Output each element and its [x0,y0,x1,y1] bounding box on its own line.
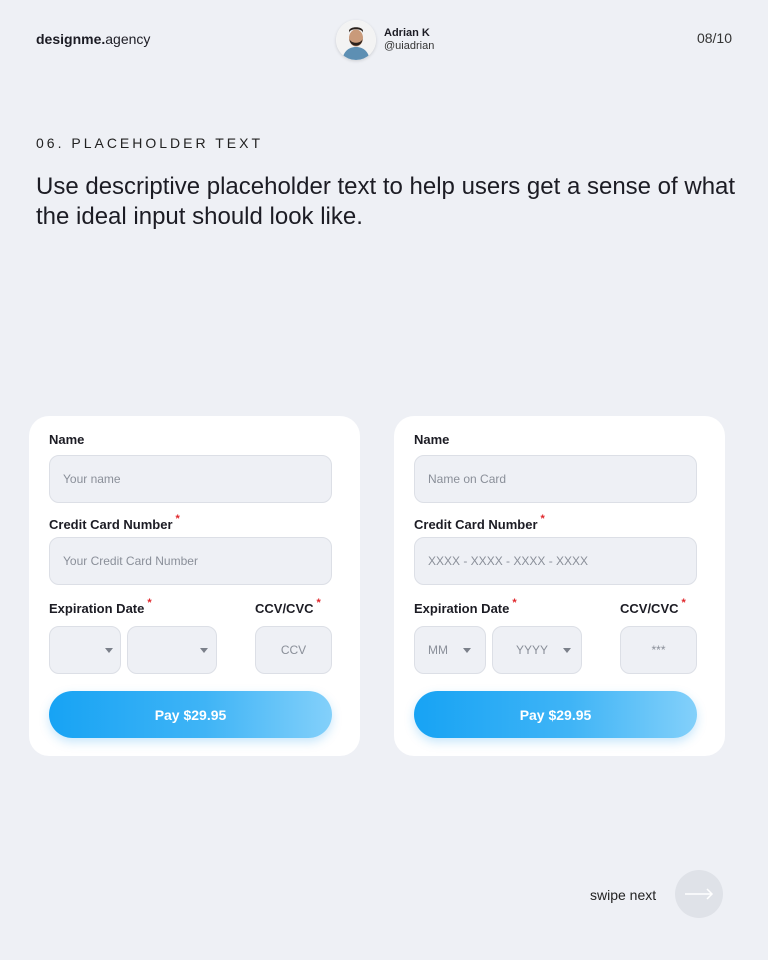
payment-form-card-bad-example: Name Your name Credit Card Number * Your … [29,416,360,756]
brand-logo-bold: designme. [36,31,106,47]
section-label: 06. PLACEHOLDER TEXT [36,135,264,151]
cvv-input[interactable]: *** [620,626,697,674]
required-mark: * [681,597,686,609]
month-select[interactable] [49,626,121,674]
author-badge: Adrian K @uiadrian [336,20,434,60]
year-select[interactable] [127,626,217,674]
year-placeholder: YYYY [516,643,549,657]
payment-form-card-good-example: Name Name on Card Credit Card Number * XX… [394,416,725,756]
expiration-label-text: Expiration Date [49,601,145,616]
headline: Use descriptive placeholder text to help… [36,173,736,230]
chevron-down-icon [200,648,208,653]
card-number-label: Credit Card Number * [414,513,545,532]
expiration-label: Expiration Date * [49,597,152,616]
required-mark: * [512,597,517,609]
cvv-label: CCV/CVC * [255,597,321,616]
chevron-down-icon [105,648,113,653]
cvv-label-text: CCV/CVC [255,601,314,616]
avatar-portrait-icon [336,20,376,60]
name-label: Name [49,432,85,447]
next-slide-button[interactable] [675,870,723,918]
pay-button[interactable]: Pay $29.95 [414,691,697,738]
cvv-placeholder: *** [651,643,666,657]
swipe-next-label: swipe next [590,887,657,903]
month-placeholder: MM [428,643,448,657]
required-mark: * [147,597,152,609]
month-select[interactable]: MM [414,626,486,674]
avatar [336,20,376,60]
author-handle: @uiadrian [384,40,435,52]
card-number-label-text: Credit Card Number [49,517,173,532]
pay-button[interactable]: Pay $29.95 [49,691,332,738]
chevron-down-icon [563,648,571,653]
cvv-label: CCV/CVC * [620,597,686,616]
expiration-label: Expiration Date * [414,597,517,616]
author-name: Adrian K [384,27,430,39]
card-number-input[interactable]: XXXX - XXXX - XXXX - XXXX [414,537,697,585]
card-number-input[interactable]: Your Credit Card Number [49,537,332,585]
name-placeholder: Your name [63,472,121,486]
expiration-label-text: Expiration Date [414,601,510,616]
name-placeholder: Name on Card [428,472,507,486]
page-counter: 08/10 [696,30,732,46]
required-mark: * [316,597,321,609]
required-mark: * [175,513,180,525]
year-select[interactable]: YYYY [492,626,582,674]
required-mark: * [540,513,545,525]
card-number-placeholder: XXXX - XXXX - XXXX - XXXX [428,554,589,568]
arrow-right-icon [685,888,714,900]
name-input[interactable]: Name on Card [414,455,697,503]
brand-logo: designme.agency [36,31,150,47]
cvv-label-text: CCV/CVC [620,601,679,616]
card-number-label-text: Credit Card Number [414,517,538,532]
cvv-placeholder: CCV [280,643,307,657]
name-input[interactable]: Your name [49,455,332,503]
cvv-input[interactable]: CCV [255,626,332,674]
card-number-placeholder: Your Credit Card Number [63,554,198,568]
chevron-down-icon [463,648,471,653]
card-number-label: Credit Card Number * [49,513,180,532]
brand-logo-regular: agency [105,31,151,47]
name-label: Name [414,432,450,447]
